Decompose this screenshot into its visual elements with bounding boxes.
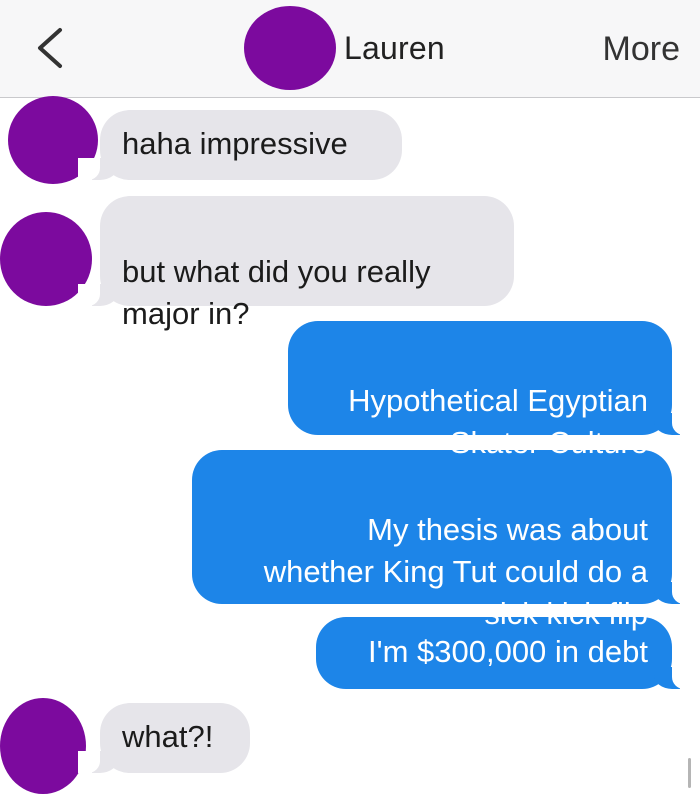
message-text: I'm $300,000 in debt <box>368 634 648 669</box>
message-bubble-incoming: haha impressive <box>78 110 402 180</box>
chevron-left-icon[interactable] <box>30 26 70 70</box>
more-button[interactable]: More <box>603 30 680 69</box>
message-text: My thesis was about whether King Tut cou… <box>263 512 648 631</box>
message-text: Hypothetical Egyptian Skater Culture <box>348 383 648 460</box>
chat-header: Lauren More <box>0 0 700 98</box>
contact-avatar[interactable] <box>244 6 336 90</box>
message-text: but what did you really major in? <box>122 254 431 331</box>
scroll-indicator[interactable] <box>688 758 691 788</box>
message-bubble-incoming: what?! <box>78 703 250 773</box>
message-bubble-incoming: but what did you really major in? <box>78 196 514 331</box>
sender-avatar <box>0 698 86 794</box>
message-bubble-outgoing: Hypothetical Egyptian Skater Culture <box>288 321 694 460</box>
message-bubble-outgoing: My thesis was about whether King Tut cou… <box>192 450 694 631</box>
message-text: haha impressive <box>122 126 348 161</box>
contact-name[interactable]: Lauren <box>344 30 445 67</box>
message-text: what?! <box>122 719 214 754</box>
